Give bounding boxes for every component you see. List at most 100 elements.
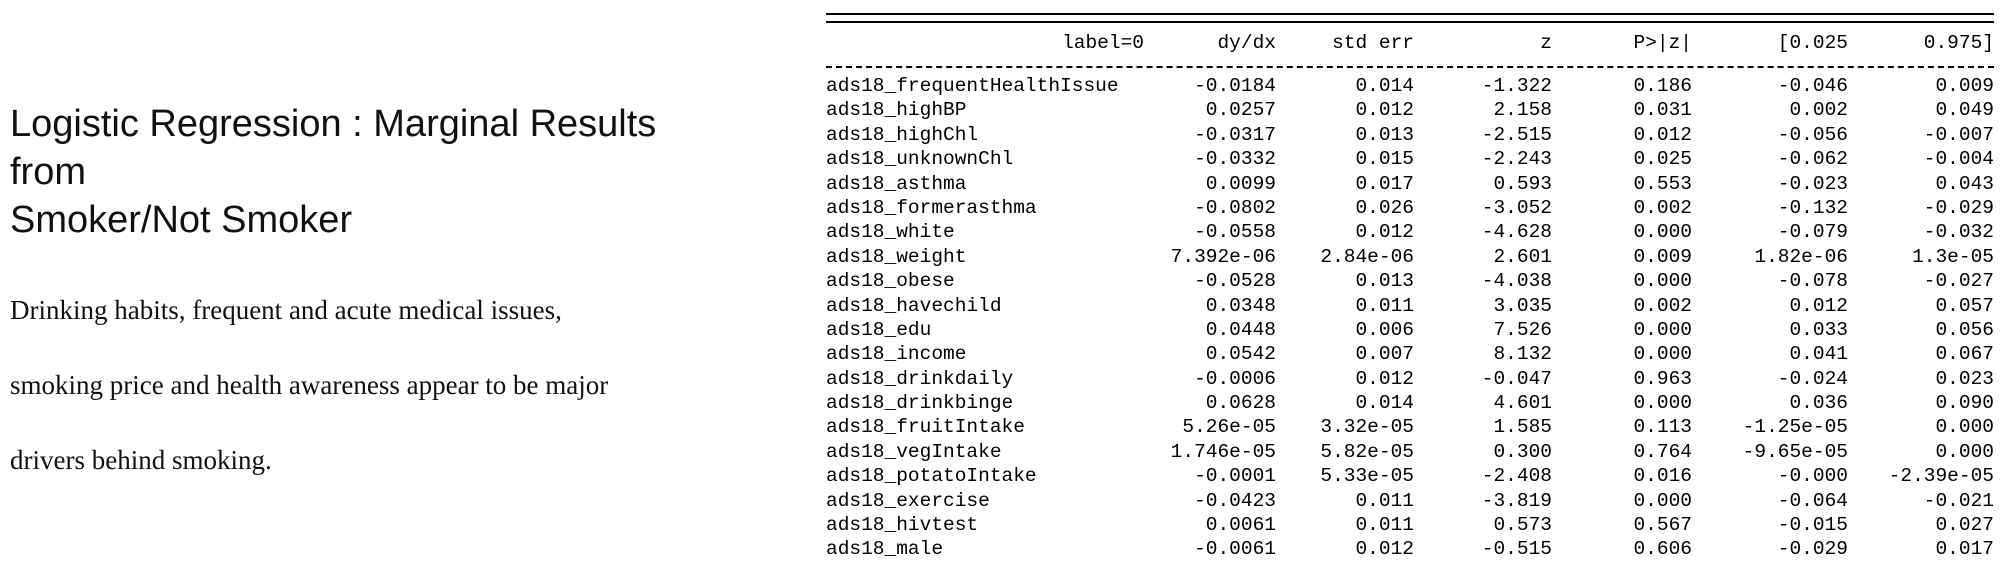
table-row: ads18_highChl -0.0317 0.013 -2.515 0.012 -0.0…	[826, 123, 1994, 147]
summary-line-3: drivers behind smoking.	[10, 445, 272, 475]
row-z: 8.132	[1493, 343, 1552, 366]
row-z: -2.243	[1481, 148, 1552, 171]
header-p-value: P>|z|	[1633, 32, 1692, 54]
row-ci-low: -9.65e-05	[1742, 440, 1848, 463]
row-std-err: 0.012	[1355, 367, 1414, 390]
row-ci-low: 0.002	[1789, 99, 1848, 122]
row-ci-high: 0.057	[1935, 294, 1994, 317]
row-ci-high: 0.023	[1935, 367, 1994, 390]
row-std-err: 0.017	[1355, 172, 1414, 195]
header-z: z	[1540, 32, 1552, 54]
row-dydx: -0.0184	[1194, 75, 1276, 97]
row-dydx: -0.0423	[1194, 489, 1276, 512]
row-ci-low: -0.024	[1777, 367, 1848, 390]
row-z: -4.628	[1481, 221, 1552, 244]
row-ci-high: -0.032	[1923, 221, 1994, 244]
summary-line-2: smoking price and health awareness appea…	[10, 370, 609, 400]
row-name: ads18_vegIntake	[826, 440, 1002, 463]
row-ci-high: 0.000	[1935, 416, 1994, 439]
row-dydx: -0.0558	[1194, 221, 1276, 244]
table-row: ads18_vegIntake 1.746e-05 5.82e-05 0.300 0.7…	[826, 440, 1994, 464]
row-name: ads18_havechild	[826, 294, 1002, 317]
slide-title: Logistic Regression : Marginal Results f…	[10, 100, 750, 244]
row-p-value: 0.000	[1633, 270, 1692, 293]
row-dydx: -0.0802	[1194, 196, 1276, 219]
row-name: ads18_drinkdaily	[826, 367, 1014, 390]
row-dydx: 0.0061	[1205, 514, 1276, 537]
table-row: ads18_formerasthma -0.0802 0.026 -3.052 0.00…	[826, 196, 1994, 220]
summary-line-1: Drinking habits, frequent and acute medi…	[10, 295, 562, 325]
row-p-value: 0.764	[1633, 440, 1692, 463]
table-top-rule	[826, 13, 1994, 23]
row-z: 4.601	[1493, 392, 1552, 415]
row-ci-high: 0.009	[1935, 75, 1994, 97]
row-dydx: -0.0001	[1194, 465, 1276, 488]
row-p-value: 0.031	[1633, 99, 1692, 122]
row-z: 7.526	[1493, 318, 1552, 341]
row-p-value: 0.567	[1633, 514, 1692, 537]
row-p-value: 0.606	[1633, 538, 1692, 561]
row-z: -3.819	[1481, 489, 1552, 512]
row-p-value: 0.000	[1633, 318, 1692, 341]
table-row: ads18_white -0.0558 0.012 -4.628 0.000 -0.079…	[826, 220, 1994, 244]
table-row: ads18_potatoIntake -0.0001 5.33e-05 -2.408 0…	[826, 464, 1994, 488]
row-p-value: 0.000	[1633, 221, 1692, 244]
row-z: 1.585	[1493, 416, 1552, 439]
row-ci-high: 0.043	[1935, 172, 1994, 195]
table-row: ads18_weight 7.392e-06 2.84e-06 2.601 0.009 1…	[826, 245, 1994, 269]
row-p-value: 0.025	[1633, 148, 1692, 171]
row-name: ads18_male	[826, 538, 944, 561]
row-ci-low: -0.056	[1777, 123, 1848, 146]
row-ci-low: -1.25e-05	[1742, 416, 1848, 439]
row-p-value: 0.553	[1633, 172, 1692, 195]
row-name: ads18_fruitIntake	[826, 416, 1025, 439]
row-ci-high: 0.056	[1935, 318, 1994, 341]
header-ci-high: 0.975]	[1923, 32, 1994, 54]
header-ci-low: [0.025	[1777, 32, 1848, 54]
row-std-err: 0.006	[1355, 318, 1414, 341]
header-dydx: dy/dx	[1217, 32, 1276, 54]
row-ci-high: 0.067	[1935, 343, 1994, 366]
row-z: -4.038	[1481, 270, 1552, 293]
row-ci-low: -0.046	[1777, 75, 1848, 97]
row-ci-low: 0.033	[1789, 318, 1848, 341]
row-p-value: 0.002	[1633, 294, 1692, 317]
row-std-err: 0.007	[1355, 343, 1414, 366]
row-ci-low: -0.079	[1777, 221, 1848, 244]
table-row: ads18_edu 0.0448 0.006 7.526 0.000 0.033 0.056	[826, 318, 1994, 342]
row-std-err: 0.011	[1355, 514, 1414, 537]
row-dydx: 0.0257	[1205, 99, 1276, 122]
row-ci-low: -0.015	[1777, 514, 1848, 537]
row-std-err: 0.015	[1355, 148, 1414, 171]
row-std-err: 0.014	[1355, 75, 1414, 97]
row-name: ads18_white	[826, 221, 955, 244]
row-p-value: 0.186	[1633, 75, 1692, 97]
title-line-2: from	[10, 151, 86, 193]
row-std-err: 0.011	[1355, 489, 1414, 512]
row-ci-high: -0.004	[1923, 148, 1994, 171]
table-row: ads18_income 0.0542 0.007 8.132 0.000 0.041 0.…	[826, 342, 1994, 366]
row-z: 0.573	[1493, 514, 1552, 537]
table-row: ads18_highBP 0.0257 0.012 2.158 0.031 0.002 0.…	[826, 98, 1994, 122]
table-row: ads18_obese -0.0528 0.013 -4.038 0.000 -0.078…	[826, 269, 1994, 293]
row-ci-low: -0.078	[1777, 270, 1848, 293]
row-name: ads18_unknownChl	[826, 148, 1014, 171]
row-std-err: 0.011	[1355, 294, 1414, 317]
row-p-value: 0.000	[1633, 489, 1692, 512]
title-line-3: Smoker/Not Smoker	[10, 199, 353, 241]
row-dydx: -0.0061	[1194, 538, 1276, 561]
row-p-value: 0.963	[1633, 367, 1692, 390]
table-row: ads18_havechild 0.0348 0.011 3.035 0.002 0.01…	[826, 294, 1994, 318]
row-dydx: 7.392e-06	[1170, 245, 1276, 268]
row-p-value: 0.012	[1633, 123, 1692, 146]
row-p-value: 0.016	[1633, 465, 1692, 488]
row-std-err: 0.026	[1355, 196, 1414, 219]
row-ci-low: -0.000	[1777, 465, 1848, 488]
row-dydx: 0.0348	[1205, 294, 1276, 317]
table-row: ads18_unknownChl -0.0332 0.015 -2.243 0.025 -…	[826, 147, 1994, 171]
row-p-value: 0.002	[1633, 196, 1692, 219]
row-name: ads18_income	[826, 343, 967, 366]
row-name: ads18_exercise	[826, 489, 990, 512]
row-dydx: 0.0628	[1205, 392, 1276, 415]
row-ci-low: 0.041	[1789, 343, 1848, 366]
